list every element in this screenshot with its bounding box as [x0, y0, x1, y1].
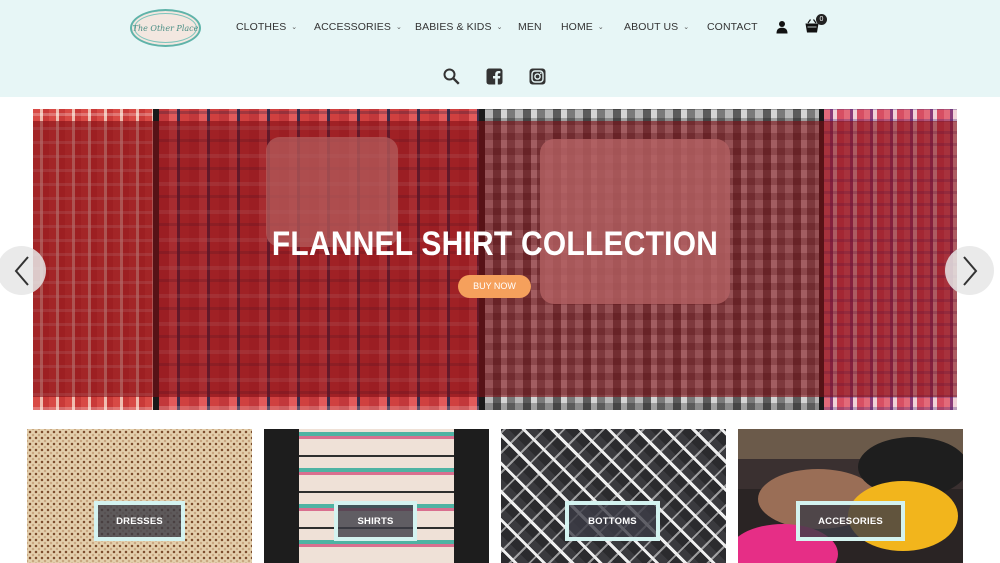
nav-accessories[interactable]: ACCESSORIES ⌄	[314, 21, 402, 33]
nav-label: CONTACT	[707, 21, 758, 33]
chevron-down-icon: ⌄	[597, 24, 604, 31]
category-bottoms[interactable]: BOTTOMS	[501, 429, 726, 563]
hero-slider[interactable]: FLANNEL SHIRT COLLECTION BUY NOW	[33, 109, 957, 410]
nav-label: ACCESSORIES	[314, 21, 391, 33]
site-logo[interactable]: The Other Place	[130, 9, 201, 47]
category-label: DRESSES	[94, 501, 185, 541]
chevron-down-icon: ⌄	[291, 24, 298, 31]
chevron-down-icon: ⌄	[496, 24, 503, 31]
category-accesories[interactable]: ACCESORIES	[738, 429, 963, 563]
chevron-right-icon	[962, 255, 977, 286]
site-header: The Other Place CLOTHES ⌄ ACCESSORIES ⌄ BA…	[0, 0, 1000, 97]
category-dresses[interactable]: DRESSES	[27, 429, 252, 563]
chevron-down-icon: ⌄	[683, 24, 690, 31]
nav-label: HOME	[561, 21, 593, 33]
instagram-icon[interactable]	[529, 68, 546, 85]
category-label: SHIRTS	[334, 501, 417, 541]
user-icon[interactable]	[776, 20, 788, 34]
nav-about-us[interactable]: ABOUT US ⌄	[624, 21, 689, 33]
cart-count-badge: 0	[816, 14, 827, 25]
facebook-icon[interactable]	[486, 68, 503, 85]
category-shirts[interactable]: SHIRTS	[264, 429, 489, 563]
nav-label: CLOTHES	[236, 21, 287, 33]
nav-home[interactable]: HOME ⌄	[561, 21, 604, 33]
nav-label: BABIES & KIDS	[415, 21, 492, 33]
slide-title: FLANNEL SHIRT COLLECTION	[271, 225, 719, 263]
bottoms-pattern	[501, 429, 726, 563]
chevron-down-icon: ⌄	[395, 24, 402, 31]
search-icon[interactable]	[443, 68, 460, 85]
buy-now-button[interactable]: BUY NOW	[458, 275, 531, 298]
nav-label: ABOUT US	[624, 21, 679, 33]
shirt-image	[299, 429, 454, 563]
nav-clothes[interactable]: CLOTHES ⌄	[236, 21, 297, 33]
category-label: ACCESORIES	[796, 501, 905, 541]
nav-contact[interactable]: CONTACT	[707, 21, 758, 33]
logo-text: The Other Place	[132, 23, 199, 33]
chevron-left-icon	[14, 255, 29, 286]
category-label: BOTTOMS	[565, 501, 660, 541]
nav-babies-kids[interactable]: BABIES & KIDS ⌄	[415, 21, 503, 33]
slider-next-button[interactable]	[945, 246, 994, 295]
nav-men[interactable]: MEN	[518, 21, 542, 33]
nav-label: MEN	[518, 21, 542, 33]
